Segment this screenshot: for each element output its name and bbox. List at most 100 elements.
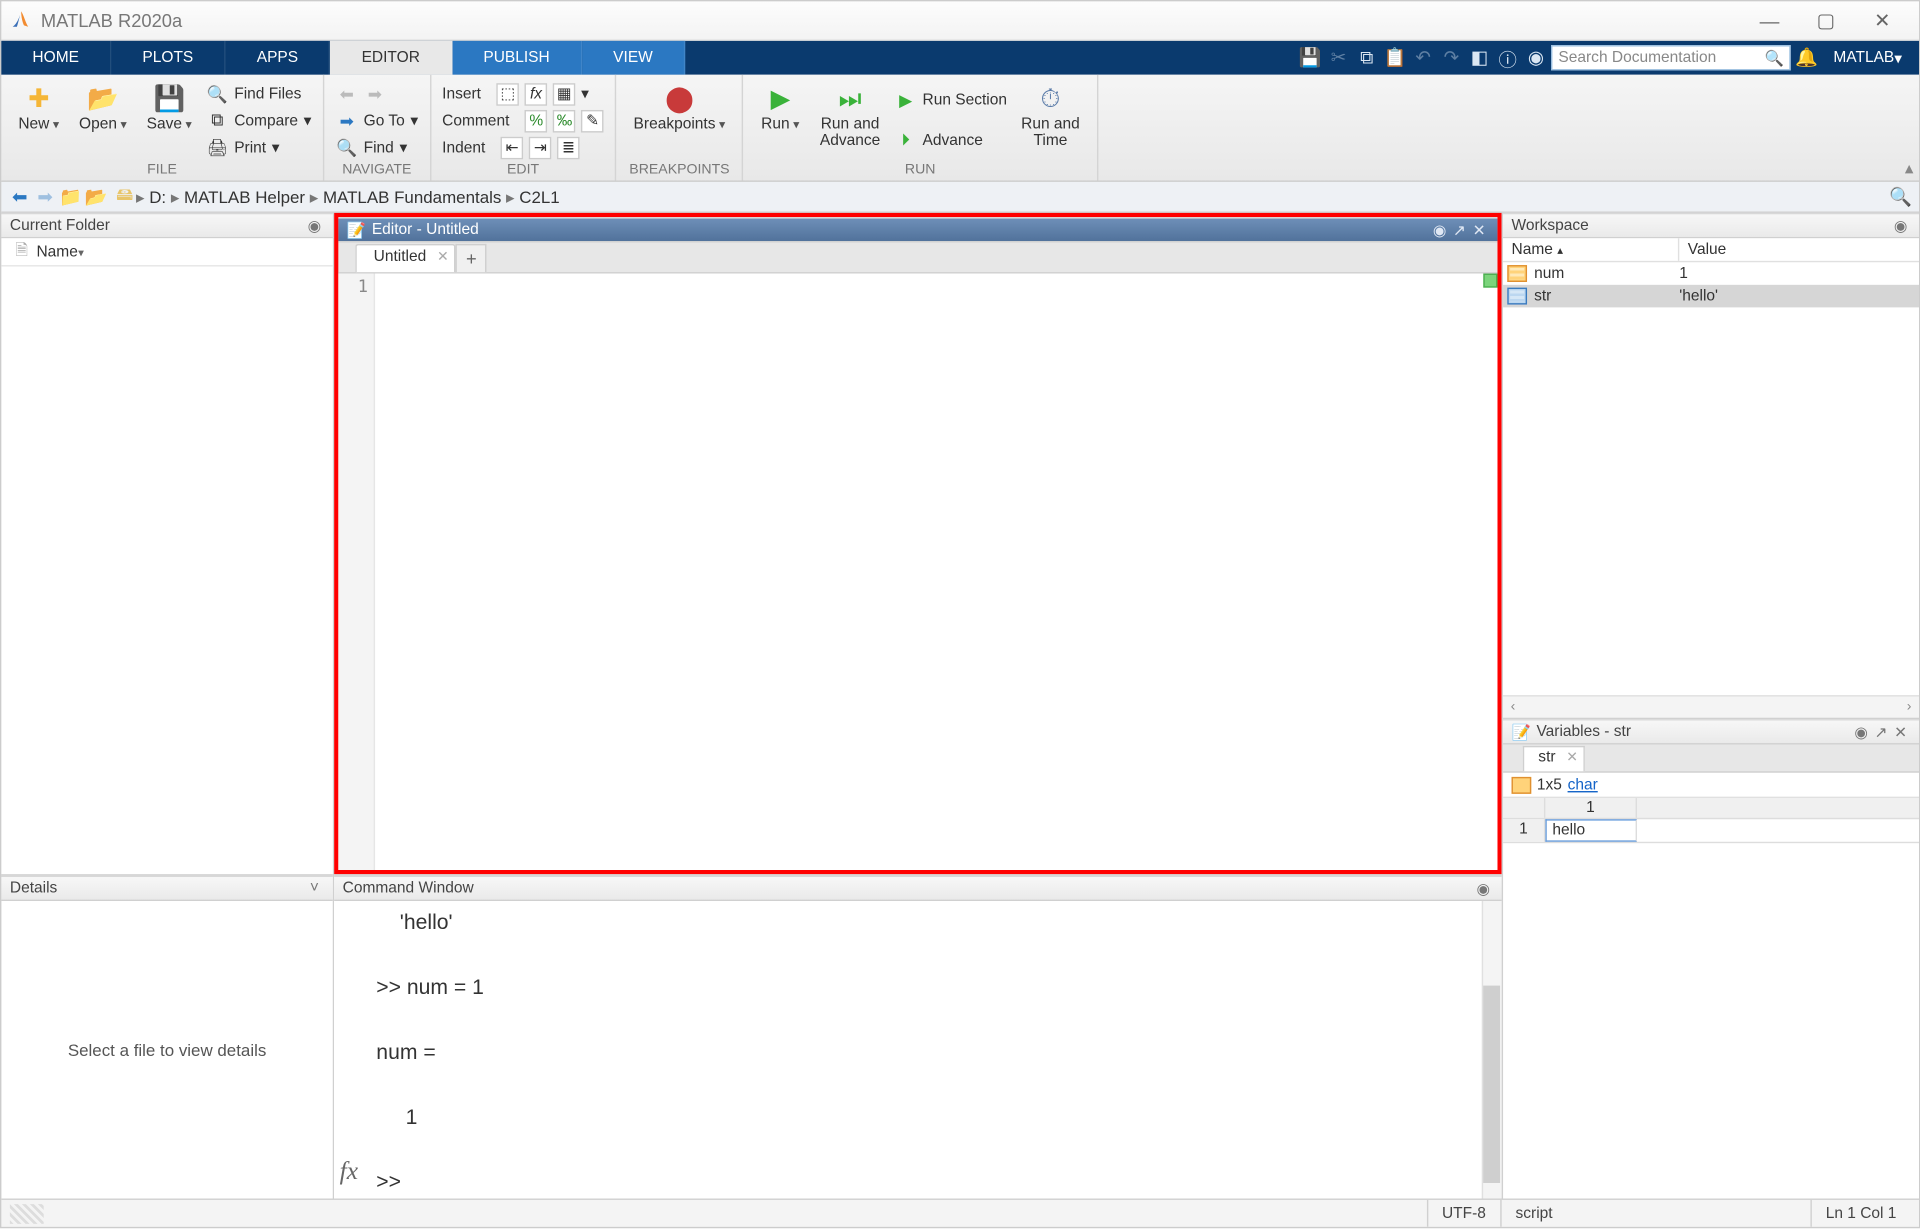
help-icon[interactable]: ⓘ	[1495, 45, 1520, 70]
tab-editor[interactable]: EDITOR	[331, 41, 453, 75]
command-window[interactable]: 'hello' >> num = 1 num = 1 >> fx	[334, 901, 1501, 1199]
run-time-button[interactable]: ⏱Run and Time	[1015, 80, 1085, 160]
run-section-button[interactable]: ▶Run Section	[894, 88, 1007, 113]
compare-button[interactable]: ⧉Compare ▾	[206, 108, 311, 133]
code-analyzer-indicator[interactable]	[1483, 274, 1497, 288]
window-title: MATLAB R2020a	[41, 10, 1741, 31]
var-undock-icon[interactable]: ↗	[1871, 722, 1891, 742]
tab-publish[interactable]: PUBLISH	[452, 41, 582, 75]
var-tab-close-icon[interactable]: ✕	[1566, 750, 1578, 766]
find-files-button[interactable]: 🔍Find Files	[206, 81, 311, 106]
status-encoding[interactable]: UTF-8	[1426, 1200, 1500, 1227]
insert-row[interactable]: Insert ⬚fx▦ ▾	[442, 81, 604, 106]
var-close-icon[interactable]: ✕	[1891, 722, 1911, 742]
variable-info: 1x5 char	[1503, 773, 1919, 798]
tab-home[interactable]: HOME	[1, 41, 111, 75]
current-folder-list[interactable]: 🗎Name	[1, 238, 332, 874]
editor-menu-icon[interactable]: ◉	[1430, 220, 1450, 240]
variable-table[interactable]: 1 1hello	[1503, 798, 1919, 843]
open-button[interactable]: 📂Open	[73, 80, 132, 160]
path-seg-3[interactable]: C2L1	[506, 187, 560, 207]
drive-icon: 🖴	[116, 182, 133, 212]
cmd-menu-icon[interactable]: ◉	[1473, 878, 1493, 898]
cmd-output: 'hello' >> num = 1 num = 1 >>	[376, 907, 1487, 1199]
navigate-group-label: NAVIGATE	[335, 161, 418, 178]
close-button[interactable]: ✕	[1854, 4, 1910, 38]
ribbon: ✚New 📂Open 💾Save 🔍Find Files ⧉Compare ▾ …	[1, 75, 1919, 182]
line-number: 1	[338, 274, 375, 870]
editor-area[interactable]: 1	[338, 274, 1497, 870]
undo-icon[interactable]: ↶	[1410, 45, 1435, 70]
save-icon[interactable]: 💾	[1298, 45, 1323, 70]
back-icon[interactable]: ⬅	[7, 184, 32, 209]
editor-file-tab[interactable]: Untitled✕	[355, 244, 456, 272]
path-seg-2[interactable]: MATLAB Fundamentals	[310, 187, 502, 207]
minimize-button[interactable]: —	[1741, 4, 1797, 38]
redo-icon[interactable]: ↷	[1439, 45, 1464, 70]
browse-folder-icon[interactable]: 📂	[83, 184, 108, 209]
search-documentation-input[interactable]: Search Documentation 🔍	[1551, 45, 1791, 70]
switch-windows-icon[interactable]: ◧	[1467, 45, 1492, 70]
status-bar: UTF-8 script Ln 1 Col 1	[1, 1199, 1919, 1227]
editor-header[interactable]: 📝Editor - Untitled ◉ ↗ ✕	[338, 217, 1497, 242]
title-bar: MATLAB R2020a — ▢ ✕	[1, 1, 1919, 40]
tab-apps[interactable]: APPS	[226, 41, 331, 75]
new-button[interactable]: ✚New	[13, 80, 65, 160]
workspace-header[interactable]: Workspace◉	[1503, 213, 1919, 238]
resources-icon[interactable]: ◉	[1523, 45, 1548, 70]
search-icon: 🔍	[1765, 49, 1784, 67]
details-header[interactable]: Details˅	[1, 876, 332, 901]
run-advance-button[interactable]: ⏭Run and Advance	[814, 80, 886, 160]
var-type-icon	[1512, 776, 1532, 793]
ws-name-header[interactable]: Name ▴	[1503, 238, 1679, 261]
panel-menu-icon[interactable]: ◉	[305, 216, 325, 236]
indent-row[interactable]: Indent ⇤⇥≣	[442, 135, 604, 160]
close-tab-icon[interactable]: ✕	[437, 250, 449, 266]
goto-button[interactable]: ➡Go To ▾	[335, 108, 418, 133]
minimize-ribbon-icon[interactable]: ▴	[1905, 158, 1914, 178]
user-menu[interactable]: MATLAB ▾	[1822, 49, 1913, 67]
cmd-scrollbar[interactable]	[1482, 901, 1502, 1199]
breakpoints-button[interactable]: ⬤Breakpoints	[628, 80, 731, 160]
copy-icon[interactable]: ⧉	[1354, 45, 1379, 70]
variable-tab[interactable]: str✕	[1523, 746, 1585, 771]
ws-value-header[interactable]: Value	[1679, 238, 1734, 261]
var-menu-icon[interactable]: ◉	[1851, 722, 1871, 742]
ws-menu-icon[interactable]: ◉	[1891, 216, 1911, 236]
path-seg-1[interactable]: MATLAB Helper	[171, 187, 305, 207]
maximize-button[interactable]: ▢	[1798, 4, 1854, 38]
fx-icon[interactable]: fx	[340, 1152, 358, 1190]
forward-icon[interactable]: ➡	[32, 184, 57, 209]
status-cursor-pos[interactable]: Ln 1 Col 1	[1810, 1200, 1910, 1227]
current-folder-header[interactable]: Current Folder◉	[1, 213, 332, 238]
variables-header[interactable]: 📝Variables - str◉↗✕	[1503, 719, 1919, 744]
ws-var-str[interactable]: str'hello'	[1503, 285, 1919, 308]
path-search-icon[interactable]: 🔍	[1888, 184, 1913, 209]
run-button[interactable]: ▶Run	[755, 80, 806, 160]
details-message: Select a file to view details	[1, 901, 332, 1199]
ws-hscroll[interactable]: ‹›	[1503, 695, 1919, 718]
ws-var-num[interactable]: num1	[1503, 262, 1919, 285]
nav-back-forward[interactable]: ⬅➡	[335, 81, 418, 106]
toolstrip-tabs: HOME PLOTS APPS EDITOR PUBLISH VIEW 💾 ✂ …	[1, 41, 1919, 75]
name-column-header[interactable]: 🗎Name	[1, 238, 332, 266]
workspace-browser[interactable]: Name ▴Value num1 str'hello' ‹›	[1503, 238, 1919, 717]
print-button[interactable]: 🖨Print ▾	[206, 135, 311, 160]
notifications-icon[interactable]: 🔔	[1794, 45, 1819, 70]
find-button[interactable]: 🔍Find ▾	[335, 135, 418, 160]
comment-row[interactable]: Comment %‰✎	[442, 108, 604, 133]
tab-plots[interactable]: PLOTS	[111, 41, 225, 75]
new-tab-button[interactable]: +	[456, 244, 487, 272]
details-collapse-icon[interactable]: ˅	[305, 878, 325, 898]
editor-undock-icon[interactable]: ↗	[1449, 220, 1469, 240]
tab-view[interactable]: VIEW	[582, 41, 685, 75]
cut-icon[interactable]: ✂	[1326, 45, 1351, 70]
editor-close-icon[interactable]: ✕	[1469, 220, 1489, 240]
advance-button[interactable]: ⏵Advance	[894, 128, 1007, 153]
up-folder-icon[interactable]: 📁	[58, 184, 83, 209]
paste-icon[interactable]: 📋	[1382, 45, 1407, 70]
save-button[interactable]: 💾Save	[141, 80, 198, 160]
path-drive[interactable]: D:	[136, 187, 166, 207]
command-window-header[interactable]: Command Window◉	[334, 876, 1501, 901]
var-type-link[interactable]: char	[1568, 776, 1598, 793]
